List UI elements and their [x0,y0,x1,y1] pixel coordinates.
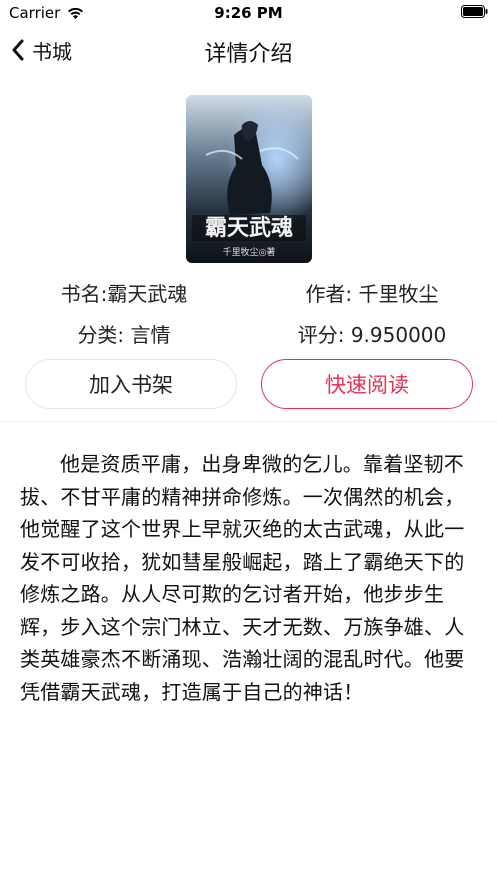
clock: 9:26 PM [214,4,283,22]
divider [0,421,497,422]
page-title: 详情介绍 [204,42,293,67]
book-category: 分类: 言情 [77,323,171,347]
navigation-bar: 书城 详情介绍 [0,26,497,74]
book-score: 评分: 9.950000 [297,323,447,347]
book-author: 作者: 千里牧尘 [305,282,439,306]
status-bar: Carrier 9:26 PM [0,0,497,26]
add-to-shelf-button[interactable]: 加入书架 [25,359,237,409]
battery-icon [461,5,488,18]
quick-read-button[interactable]: 快速阅读 [261,359,473,409]
book-cover-image[interactable]: 霸天武魂 千里牧尘◎著 [186,95,312,263]
book-description: 他是资质平庸，出身卑微的乞儿。靠着坚韧不拔、不甘平庸的精神拼命修炼。一次偶然的机… [20,452,465,704]
cover-author: 千里牧尘◎著 [223,246,276,258]
cover-title: 霸天武魂 [205,215,293,241]
book-name: 书名:霸天武魂 [60,282,188,306]
